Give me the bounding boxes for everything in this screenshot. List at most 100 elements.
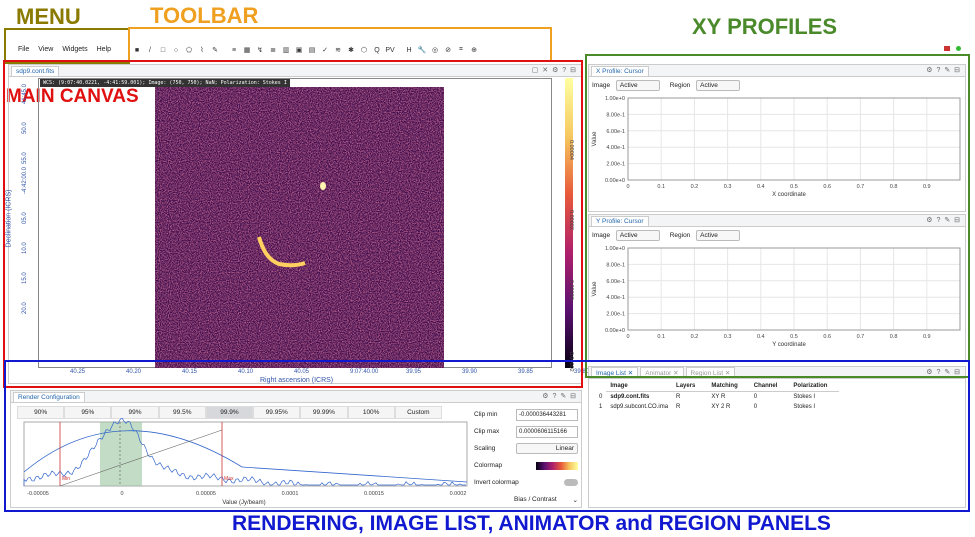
x-tick-label: 40.25 <box>70 369 86 375</box>
row-index: 0 <box>599 393 603 400</box>
x-tick-label: 39.85 <box>518 369 534 375</box>
image-panel-tab-1[interactable]: Animator ✕ <box>640 367 684 378</box>
colorbar-tick-label: 0.00004 <box>568 140 574 160</box>
clip-min-input[interactable]: -0.000036443281 <box>516 408 578 421</box>
column-header: Matching <box>707 381 750 392</box>
toolbar-tool-icon-17[interactable]: ⬡ <box>359 45 369 55</box>
menu-widgets[interactable]: Widgets <box>62 46 87 53</box>
canvas-tab[interactable]: sdp9.cont.fits <box>11 65 60 76</box>
matching-badges[interactable]: XY R <box>707 392 749 403</box>
source-blob <box>320 182 326 190</box>
image-list-table: Image Layers Matching Channel Polarization 0 s… <box>595 381 840 412</box>
toolbar-tool-icon-14[interactable]: ✓ <box>320 45 330 55</box>
scaling-select[interactable]: Linear <box>516 443 578 454</box>
colormap-select[interactable] <box>536 461 578 470</box>
y-image-select[interactable]: Active <box>615 230 660 241</box>
x-tick-label: 39.90 <box>462 369 478 375</box>
x-profile-tab[interactable]: X Profile: Cursor <box>591 65 649 76</box>
menu-annotation: MENU <box>16 4 81 29</box>
toolbar-tool-icon-7[interactable]: ≡ <box>229 45 239 55</box>
x-tick-label: 40.05 <box>294 369 310 375</box>
x-tick-label: 0.9 <box>923 184 931 190</box>
toolbar-tool-icon-15[interactable]: ≋ <box>333 45 343 55</box>
y-tick-label: -4:42:00.0 <box>22 166 28 194</box>
clip-max-input[interactable]: 0.0000606115166 <box>516 425 578 438</box>
x-tick-label: 0.2 <box>691 184 699 190</box>
menu-bar: File View Widgets Help <box>18 46 120 53</box>
menu-file[interactable]: File <box>18 46 29 53</box>
x-profile-plot[interactable]: 1.00e+0 8.00e-1 6.00e-1 4.00e-1 2.00e-1 0.00e… <box>588 92 966 204</box>
x-tick-label: 39.80 <box>574 369 590 375</box>
y-tick-label: 10.0 <box>22 242 28 254</box>
image-viewer[interactable] <box>155 87 444 368</box>
toolbar-tool-icon-3[interactable]: ○ <box>171 45 181 55</box>
x-tick-label: 0.4 <box>757 184 765 190</box>
toolbar-tool-icon-25[interactable]: ⊕ <box>469 45 479 55</box>
y-tick-label: 2.00e-1 <box>606 312 625 318</box>
toolbar-tool-icon-22[interactable]: ◎ <box>430 45 440 55</box>
toolbar-tool-icon-6[interactable]: ✎ <box>210 45 220 55</box>
invert-toggle[interactable] <box>564 479 578 486</box>
image-panel-tab-2[interactable]: Region List ✕ <box>685 367 736 378</box>
layers-badge[interactable]: R <box>672 402 707 412</box>
x-tick-label: 0.7 <box>857 334 865 340</box>
toolbar-tool-icon-10[interactable]: ≣ <box>268 45 278 55</box>
x-image-select[interactable]: Active <box>615 80 660 91</box>
toolbar-tool-icon-24[interactable]: ⌗ <box>456 45 466 55</box>
x-tick-label: 0.5 <box>790 184 798 190</box>
render-controls: Clip min -0.000036443281 Clip max 0.000060… <box>474 406 578 508</box>
toolbar-tool-icon-9[interactable]: ↯ <box>255 45 265 55</box>
column-header: Polarization <box>789 381 840 392</box>
toolbar-tool-icon-20[interactable]: H <box>404 45 414 55</box>
bias-contrast-toggle[interactable]: Bias / Contrast <box>514 496 557 503</box>
y-profile-tab[interactable]: Y Profile: Cursor <box>591 215 649 226</box>
toolbar-tool-icon-2[interactable]: □ <box>158 45 168 55</box>
x-tick-label: 40.15 <box>182 369 198 375</box>
toolbar-tool-icon-21[interactable]: 🔧 <box>417 45 427 55</box>
toolbar-tool-icon-13[interactable]: ▤ <box>307 45 317 55</box>
index-header <box>595 381 606 392</box>
toolbar-tool-icon-23[interactable]: ⊘ <box>443 45 453 55</box>
render-tab[interactable]: Render Configuration <box>13 391 85 402</box>
x-tick-label: 0.5 <box>790 334 798 340</box>
column-header: Channel <box>749 381 790 392</box>
y-image-label: Image <box>592 232 611 239</box>
menu-help[interactable]: Help <box>97 46 111 53</box>
image-name: sdp9.cont.fits <box>610 394 650 400</box>
toolbar-tool-icon-8[interactable]: ▦ <box>242 45 252 55</box>
layers-badge[interactable]: R <box>672 392 707 403</box>
x-tick-label: 0.3 <box>724 334 732 340</box>
toolbar-tool-icon-5[interactable]: ⌇ <box>197 45 207 55</box>
x-tick-label: 40.10 <box>238 369 254 375</box>
image-panel-tab-0[interactable]: Image List ✕ <box>591 367 639 378</box>
menu-view[interactable]: View <box>38 46 53 53</box>
y-tick-label: 6.00e-1 <box>606 279 625 285</box>
y-tick-label: 2.00e-1 <box>606 162 625 168</box>
toolbar-tool-icon-18[interactable]: Q <box>372 45 382 55</box>
y-profile-plot[interactable]: 1.00e+0 8.00e-1 6.00e-1 4.00e-1 2.00e-1 0.00e… <box>588 242 966 354</box>
y-tick-label: 4.00e-1 <box>606 145 625 151</box>
x-region-select[interactable]: Active <box>696 80 741 91</box>
toolbar-tool-icon-4[interactable]: ⬠ <box>184 45 194 55</box>
x-tick-label: 0.7 <box>857 184 865 190</box>
toolbar-tool-icon-11[interactable]: ▥ <box>281 45 291 55</box>
toolbar-tool-icon-0[interactable]: ■ <box>132 45 142 55</box>
y-tick-label: 0.00e+0 <box>605 328 625 334</box>
y-region-label: Region <box>669 232 691 239</box>
hist-x-tick-label: 0.0001 <box>282 491 299 497</box>
matching-badges[interactable]: XY 2 R <box>707 402 749 412</box>
toolbar-tool-icon-12[interactable]: ▣ <box>294 45 304 55</box>
toolbar-tool-icon-1[interactable]: / <box>145 45 155 55</box>
hist-x-tick-label: 0.00005 <box>196 491 216 497</box>
table-row[interactable]: 1 sdp9.subcont.CO.ima R XY 2 R 0 Stokes I <box>595 402 839 412</box>
toolbar-tool-icon-16[interactable]: ✱ <box>346 45 356 55</box>
hist-selection <box>100 422 142 486</box>
y-region-select[interactable]: Active <box>696 230 741 241</box>
table-row[interactable]: 0 sdp9.cont.fits R XY R 0 Stokes I <box>595 392 839 403</box>
x-tick-label: 0.6 <box>823 334 831 340</box>
histogram-plot[interactable]: Min Max -0.00005 0 0.00005 0.0001 0.00015 0.000… <box>12 418 472 508</box>
toolbar-tool-icon-19[interactable]: PV <box>385 45 395 55</box>
toolbar: ■ / □ ○ ⬠ ⌇ ✎ ≡ ▦ ↯ ≣ ▥ ▣ ▤ ✓ ≋ ✱ ⬡ Q PV H 🔧 ◎ ⊘ ⌗ ⊕ <box>132 44 479 56</box>
hist-x-tick-label: -0.00005 <box>27 491 49 497</box>
y-tick-label: 15.0 <box>22 272 28 284</box>
